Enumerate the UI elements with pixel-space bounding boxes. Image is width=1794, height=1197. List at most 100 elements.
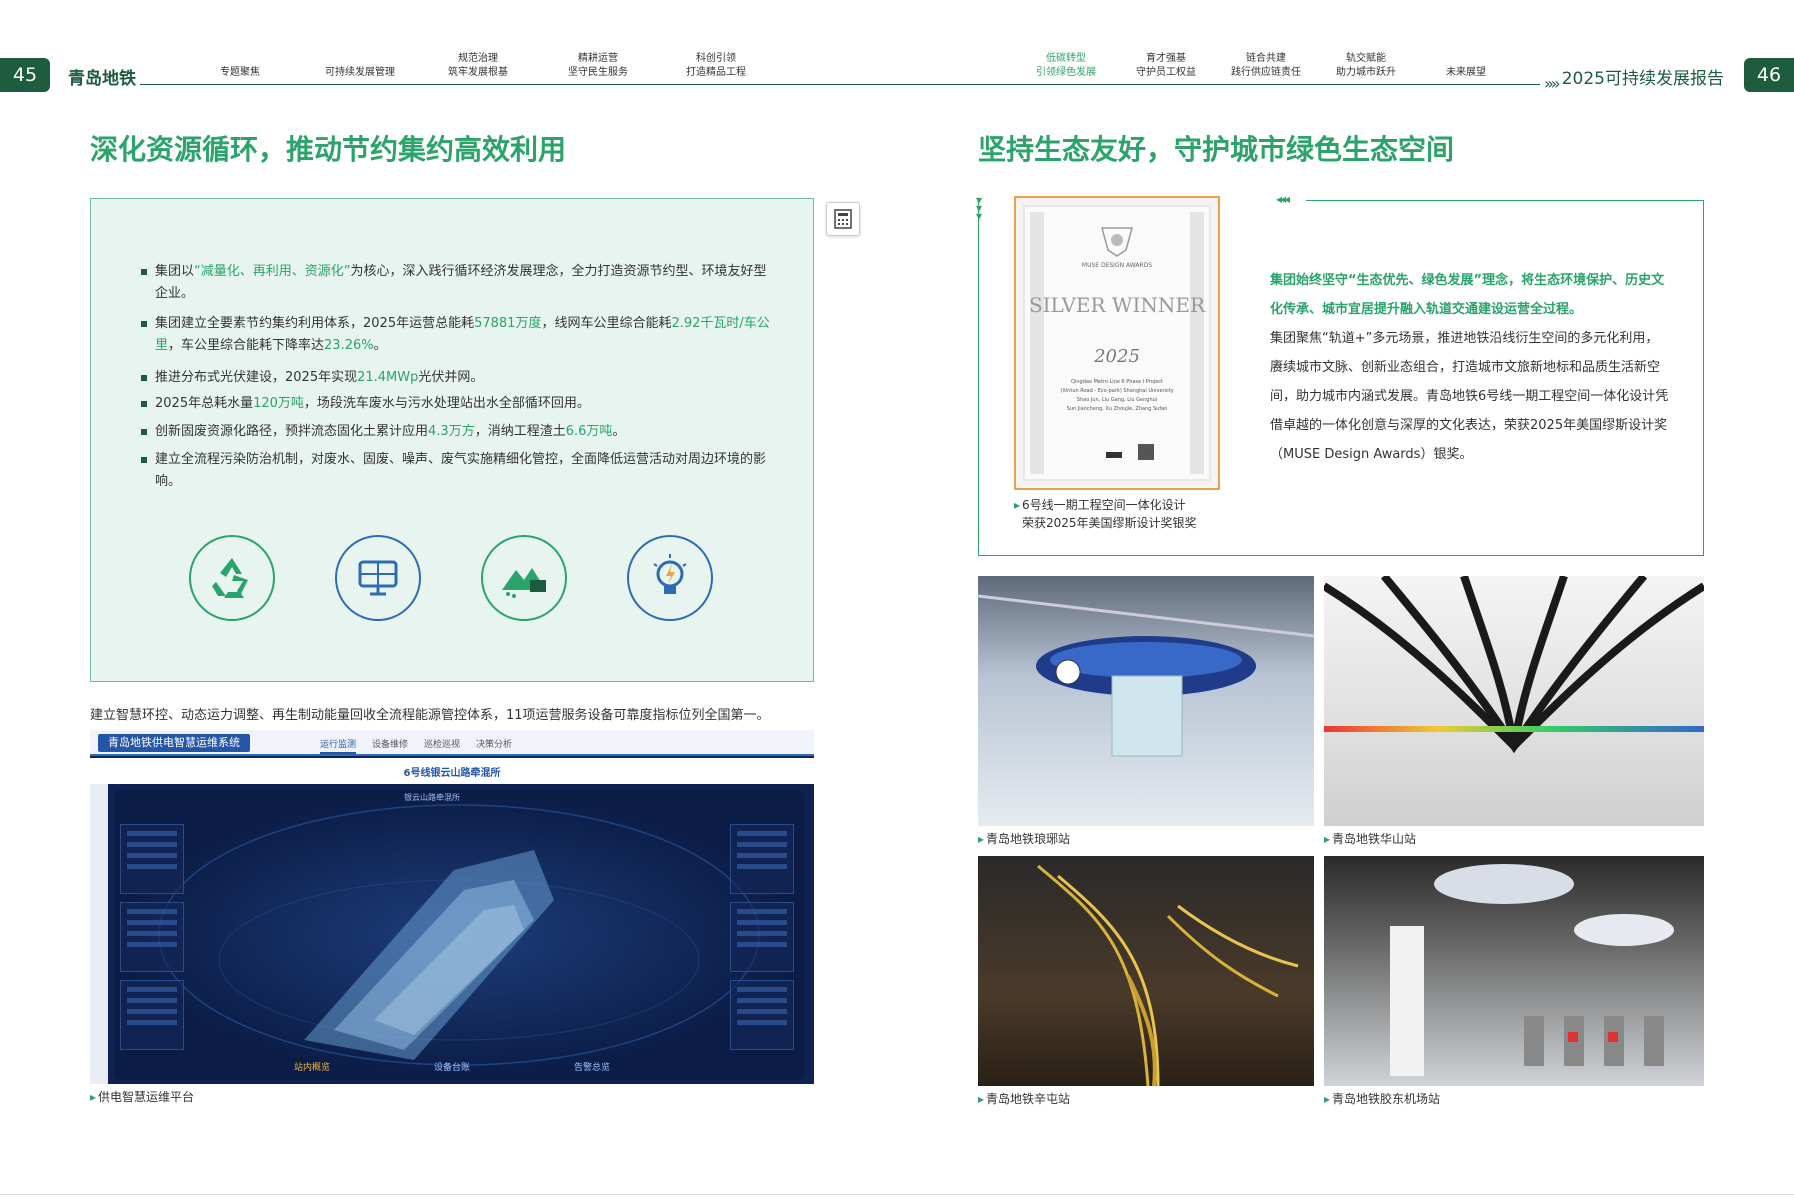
dashboard-panel <box>730 902 794 972</box>
bullet-text: 集团建立全要素节约集约利用体系，2025年运营总能耗 <box>155 316 475 331</box>
dashboard-topbar: 青岛地铁供电智慧运维系统 运行监测 设备维修 巡检巡视 决策分析 <box>90 730 814 756</box>
resource-info-box: 集团以“减量化、再利用、资源化”为核心，深入践行循环经济发展理念，全力打造资源节… <box>90 198 814 682</box>
bullet-item: 集团以“减量化、再利用、资源化”为核心，深入践行循环经济发展理念，全力打造资源节… <box>141 261 771 305</box>
waste-recycling-icon <box>481 535 567 621</box>
report-title: 2025可持续发展报告 <box>1561 69 1724 89</box>
photo-jiaodong-airport-station <box>1324 856 1704 1086</box>
chevrons-right-icon: »» <box>1544 74 1560 93</box>
solar-panel-icon <box>335 535 421 621</box>
bullet-text: 。 <box>373 338 387 353</box>
nav-item[interactable]: 育才强基守护员工权益 <box>1121 52 1211 80</box>
bullet-highlight: 57881万度 <box>474 316 542 331</box>
bullet-text: 光伏并网。 <box>418 370 484 385</box>
nav-item[interactable]: 规范治理筑牢发展根基 <box>433 52 523 80</box>
energy-bulb-icon <box>627 535 713 621</box>
ecology-body: 集团聚焦“轨道+”多元场景，推进地铁沿线衍生空间的多元化利用，赓续城市文脉、创新… <box>1270 331 1669 462</box>
nav-item[interactable]: 专题聚焦 <box>195 66 285 80</box>
bullet-item: 创新固废资源化路径，预拌流态固化土累计应用4.3万方，消纳工程渣土6.6万吨。 <box>141 421 771 443</box>
bullet-item: 2025年总耗水量120万吨，场段洗车废水与污水处理站出水全部循环回用。 <box>141 393 771 415</box>
nav-item[interactable]: 未来展望 <box>1421 66 1511 80</box>
bullet-highlight: “减量化、再利用、资源化” <box>194 264 351 279</box>
photo-huashan-station <box>1324 576 1704 826</box>
bullet-text: 。 <box>612 424 626 439</box>
nav-item[interactable]: 低碳转型引领绿色发展 <box>1021 52 1111 80</box>
bullet-text: ，车公里综合能耗下降率达 <box>168 338 325 353</box>
bullet-text: ，线网车公里综合能耗 <box>541 316 672 331</box>
bullet-highlight: 6.6万吨 <box>565 424 613 439</box>
bullet-text: 推进分布式光伏建设，2025年实现 <box>155 370 358 385</box>
dashboard-tab[interactable]: 决策分析 <box>476 737 512 750</box>
nav-item-line2: 助力城市跃升 <box>1336 67 1396 78</box>
left-section-title: 深化资源循环，推动节约集约高效利用 <box>90 133 567 166</box>
nav-item-line2: 筑牢发展根基 <box>448 67 508 78</box>
dashboard-3d-view: 银云山路牵混所 站内概览 设备台账 告警总览 <box>114 790 804 1080</box>
station-3d-model <box>158 804 760 1066</box>
bullet-highlight: 120万吨 <box>253 396 304 411</box>
dashboard-title: 青岛地铁供电智慧运维系统 <box>98 734 250 752</box>
award-level: SILVER WINNER <box>1028 293 1206 317</box>
nav-item-line2: 引领绿色发展 <box>1036 67 1096 78</box>
page-number-left: 45 <box>0 58 50 92</box>
photo-langya-station <box>978 576 1314 826</box>
nav-item[interactable]: 轨交赋能助力城市跃升 <box>1321 52 1411 80</box>
footer-line <box>0 1194 1794 1195</box>
bullet-text: ，消纳工程渣土 <box>474 424 566 439</box>
page-number-right: 46 <box>1744 58 1794 92</box>
nav-item-line1: 精耕运营 <box>578 53 618 64</box>
nav-item-line2: 未来展望 <box>1446 67 1486 78</box>
muse-award-certificate: MUSE DESIGN AWARDS SILVER WINNER 2025 Qi… <box>1014 196 1220 490</box>
bullet-text: 集团以 <box>155 264 195 279</box>
nav-item[interactable]: 可持续发展管理 <box>315 66 405 80</box>
right-section-title: 坚持生态友好，守护城市绿色生态空间 <box>978 133 1455 166</box>
dashboard-panel <box>120 980 184 1050</box>
nav-item[interactable]: 科创引领打造精品工程 <box>671 52 761 80</box>
dashboard-caption: 供电智慧运维平台 <box>90 1088 194 1105</box>
nav-item-line1: 育才强基 <box>1146 53 1186 64</box>
dashboard-panel <box>120 902 184 972</box>
nav-item-line1: 链合共建 <box>1246 53 1286 64</box>
nav-item-line2: 守护员工权益 <box>1136 67 1196 78</box>
chevrons-down-icon: ▾ ▾ ▾ <box>976 193 983 223</box>
calculator-icon[interactable] <box>826 202 860 236</box>
power-ops-dashboard: 青岛地铁供电智慧运维系统 运行监测 设备维修 巡检巡视 决策分析 6号线银云山路… <box>90 730 814 1084</box>
dashboard-tab[interactable]: 设备维修 <box>372 737 408 750</box>
nav-item[interactable]: 精耕运营 坚守民生服务 <box>553 52 643 80</box>
brand-name: 青岛地铁 <box>68 69 136 89</box>
nav-item-line2: 打造精品工程 <box>686 67 746 78</box>
dashboard-panel <box>730 980 794 1050</box>
nav-item-line1: 轨交赋能 <box>1346 53 1386 64</box>
bullet-text: 创新固废资源化路径，预拌流态固化土累计应用 <box>155 424 429 439</box>
dashboard-bottom-item[interactable]: 设备台账 <box>434 1060 470 1073</box>
dashboard-panel <box>730 824 794 894</box>
award-venue: (Xintun Road - Eco-park) Shanghai Univer… <box>1060 388 1174 394</box>
dashboard-bottom-item[interactable]: 告警总览 <box>574 1060 610 1073</box>
award-caption: 6号线一期工程空间一体化设计 <box>1014 496 1186 513</box>
ecology-paragraph: 集团始终坚守“生态优先、绿色发展”理念，将生态环境保护、历史文化传承、城市宜居提… <box>1270 266 1670 469</box>
photo-caption: 青岛地铁华山站 <box>1324 830 1416 847</box>
header-divider <box>140 84 1540 85</box>
bullet-highlight: 23.26% <box>324 338 374 353</box>
bullet-highlight: 4.3万方 <box>428 424 475 439</box>
chevrons-left-icon: ◂◂◂ <box>1276 192 1290 206</box>
nav-item-line1: 科创引领 <box>696 53 736 64</box>
bullet-text: ，场段洗车废水与污水处理站出水全部循环回用。 <box>303 396 590 411</box>
bullet-item: 推进分布式光伏建设，2025年实现21.4MWp光伏并网。 <box>141 367 771 389</box>
award-people: Sun Jiancheng, Xu Zhoujie, Zhang Sufan <box>1066 406 1168 412</box>
bullet-text: 2025年总耗水量 <box>155 396 254 411</box>
nav-item-line1: 低碳转型 <box>1046 53 1086 64</box>
dashboard-bottom-item[interactable]: 站内概览 <box>294 1060 330 1073</box>
nav-item[interactable]: 链合共建 践行供应链责任 <box>1221 52 1311 80</box>
award-people: Shao Jun, Liu Gang, Liu Genghui <box>1076 397 1158 403</box>
dashboard-station[interactable]: 6号线银云山路牵混所 <box>90 764 814 779</box>
dashboard-tab[interactable]: 巡检巡视 <box>424 737 460 750</box>
nav-item-line1: 规范治理 <box>458 53 498 64</box>
award-top-line <box>1306 200 1704 201</box>
ecology-highlight: 集团始终坚守“生态优先、绿色发展”理念，将生态环境保护、历史文化传承、城市宜居提… <box>1270 273 1665 317</box>
bullet-highlight: 21.4MWp <box>357 370 419 385</box>
nav-item-line2: 专题聚焦 <box>220 67 260 78</box>
photo-caption: 青岛地铁胶东机场站 <box>1324 1090 1440 1107</box>
dashboard-sidebar <box>90 784 108 1084</box>
bullet-item: 建立全流程污染防治机制，对废水、固废、噪声、废气实施精细化管控，全面降低运营活动… <box>141 449 771 493</box>
dashboard-tab[interactable]: 运行监测 <box>320 737 357 754</box>
photo-xintun-station <box>978 856 1314 1086</box>
